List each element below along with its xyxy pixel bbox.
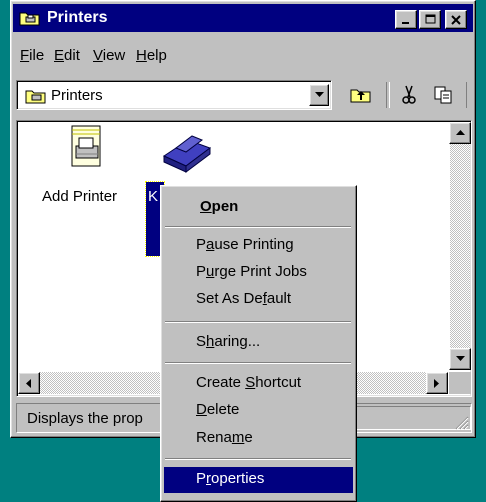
arrow-left-icon [26,378,31,388]
arrow-right-icon [434,378,439,388]
menu-separator [165,362,351,364]
menu-file[interactable]: File [20,47,44,64]
folder-printer-icon [25,87,47,109]
context-set-as-default[interactable]: Set As Default [196,290,291,307]
menu-edit[interactable]: Edit [54,47,80,64]
resize-grip-icon[interactable] [455,416,469,430]
chevron-down-icon [314,92,324,97]
vertical-scroll-track[interactable] [450,144,470,348]
scroll-left-button[interactable] [18,372,40,394]
window-title: Printers [47,9,108,26]
context-properties[interactable]: Properties [196,470,264,487]
context-create-shortcut[interactable]: Create Shortcut [196,374,301,391]
close-button[interactable] [445,10,467,29]
minimize-button[interactable] [395,10,417,29]
context-sharing[interactable]: Sharing... [196,333,260,350]
add-printer-label: Add Printer [42,188,118,205]
scroll-up-button[interactable] [449,122,471,144]
context-delete[interactable]: Delete [196,401,239,418]
close-icon [450,14,461,25]
arrow-down-icon [455,356,465,361]
status-text: Displays the prop [27,410,143,427]
maximize-icon [425,14,435,24]
context-rename[interactable]: Rename [196,429,253,446]
copy-button[interactable] [428,80,458,110]
address-dropdown-button[interactable] [309,84,329,106]
up-one-level-button[interactable] [344,80,378,110]
menu-separator [165,458,351,460]
arrow-up-icon [455,130,465,135]
menu-separator [165,321,351,323]
menu-view[interactable]: View [93,47,125,64]
address-value: Printers [51,87,103,104]
context-purge-print-jobs[interactable]: Purge Print Jobs [196,263,307,280]
toolbar-divider [386,82,390,108]
cut-button[interactable] [394,80,424,110]
menu-separator [165,226,351,228]
add-printer-icon [71,125,101,167]
minimize-icon [402,21,409,24]
menu-help[interactable]: Help [136,47,167,64]
copy-icon [434,86,452,104]
scroll-right-button[interactable] [426,372,448,394]
up-folder-icon [350,89,371,103]
address-combobox[interactable]: Printers [16,80,332,110]
scroll-down-button[interactable] [449,348,471,370]
status-panel [351,406,471,430]
scissors-icon [402,85,416,104]
printer-icon [162,135,212,173]
context-pause-printing[interactable]: Pause Printing [196,236,294,253]
folder-printer-icon [19,9,41,27]
add-printer-item[interactable]: Add Printer [40,124,136,205]
context-open[interactable]: Open [200,198,238,215]
toolbar-edge [466,82,469,108]
title-bar[interactable]: Printers [13,4,473,32]
scroll-corner [449,372,471,394]
maximize-button[interactable] [419,10,441,29]
printer-label: K [148,188,159,205]
